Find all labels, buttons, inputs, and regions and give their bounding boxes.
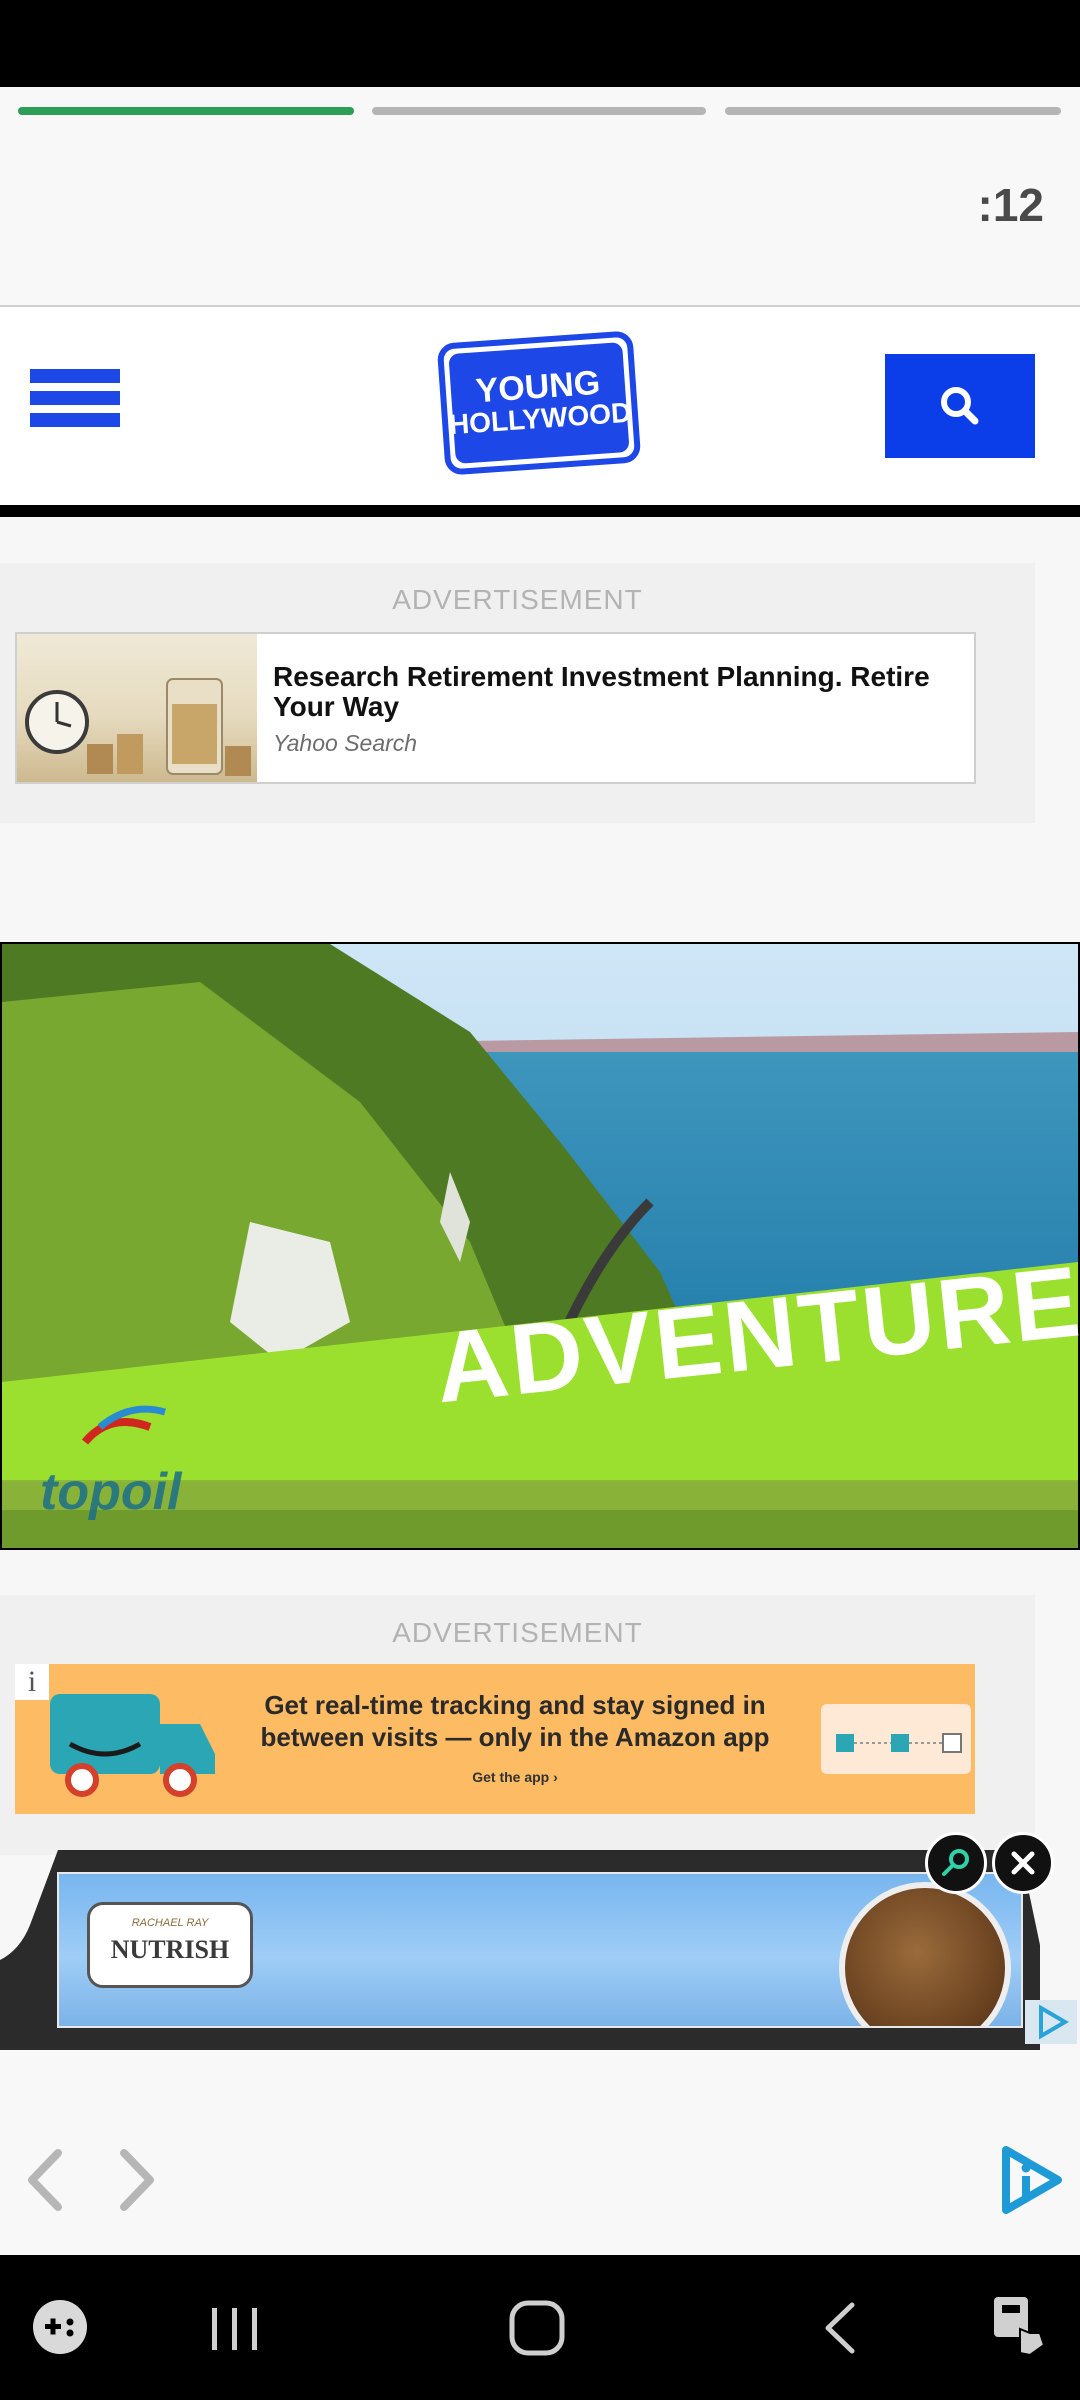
expand-icon — [942, 1849, 969, 1876]
nutrish-logo: RACHAEL RAY NUTRISH — [87, 1902, 253, 1988]
adchoices-badge[interactable] — [1025, 2000, 1077, 2044]
story-segment-3 — [725, 107, 1061, 115]
search-button[interactable] — [885, 354, 1035, 458]
close-icon — [1011, 1851, 1035, 1875]
story-nav-bar — [0, 2050, 1080, 2255]
sponsored-ad-card[interactable]: Research Retirement Investment Planning.… — [15, 632, 976, 784]
search-icon — [941, 387, 979, 425]
story-segment-1 — [18, 107, 354, 115]
video-player[interactable]: ADVENTURE topoil — [0, 942, 1080, 1550]
chevron-left-icon — [28, 2149, 62, 2211]
menu-button[interactable] — [0, 347, 140, 447]
gamepad-icon — [33, 2300, 87, 2354]
accessibility-button[interactable] — [990, 2293, 1054, 2361]
back-button[interactable] — [810, 2297, 870, 2359]
touch-assist-icon — [994, 2297, 1046, 2357]
expand-ad-button[interactable] — [925, 1832, 987, 1894]
clock-coins-image — [25, 678, 251, 776]
get-app-link[interactable]: Get the app › — [235, 1769, 795, 1785]
adchoices-icon — [1039, 2004, 1069, 2040]
chevron-right-icon — [120, 2149, 154, 2211]
delivery-van-icon — [50, 1694, 215, 1797]
floating-ad-banner[interactable]: RACHAEL RAY NUTRISH — [57, 1872, 1023, 2028]
recent-apps-button[interactable] — [200, 2300, 270, 2356]
amazon-ad-banner[interactable]: i Get real-time tracking and stay signed… — [15, 1664, 975, 1814]
close-ad-button[interactable] — [992, 1832, 1054, 1894]
previous-button[interactable] — [20, 2145, 70, 2215]
ad-headline: Research Retirement Investment Planning.… — [273, 661, 930, 722]
ad-label-2: ADVERTISEMENT — [392, 1617, 643, 1648]
game-tools-button[interactable] — [30, 2297, 90, 2357]
nutrish-logo-text: NUTRISH — [110, 1935, 230, 1964]
home-button[interactable] — [502, 2297, 572, 2359]
tracking-steps-icon — [821, 1704, 971, 1774]
status-bar — [0, 0, 1080, 87]
ad-thumbnail-image — [17, 634, 257, 782]
video-frame-image — [2, 944, 1078, 1548]
story-segment-1-fill — [18, 107, 354, 115]
adchoices-button[interactable] — [996, 2142, 1066, 2218]
next-button[interactable] — [112, 2145, 162, 2215]
nutrish-logo-subtext: RACHAEL RAY — [131, 1917, 209, 1929]
system-navigation-bar — [0, 2255, 1080, 2400]
ad-label: ADVERTISEMENT — [392, 584, 643, 615]
pet-food-bowl-image — [839, 1882, 1011, 2026]
ad-source: Yahoo Search — [273, 730, 418, 756]
adchoices-triangle-icon — [1002, 2146, 1062, 2214]
story-progress-area — [0, 87, 1080, 307]
countdown-timer: :12 — [977, 179, 1044, 231]
video-brand-watermark: topoil — [40, 1463, 182, 1521]
back-icon — [825, 2302, 855, 2354]
ad-message: Get real-time tracking and stay signed i… — [260, 1690, 770, 1752]
young-hollywood-logo[interactable]: YOUNG HOLLYWOOD — [436, 329, 643, 476]
recent-apps-icon — [212, 2308, 257, 2350]
header-divider — [0, 505, 1080, 517]
home-icon — [509, 2300, 565, 2356]
story-segment-2 — [372, 107, 706, 115]
